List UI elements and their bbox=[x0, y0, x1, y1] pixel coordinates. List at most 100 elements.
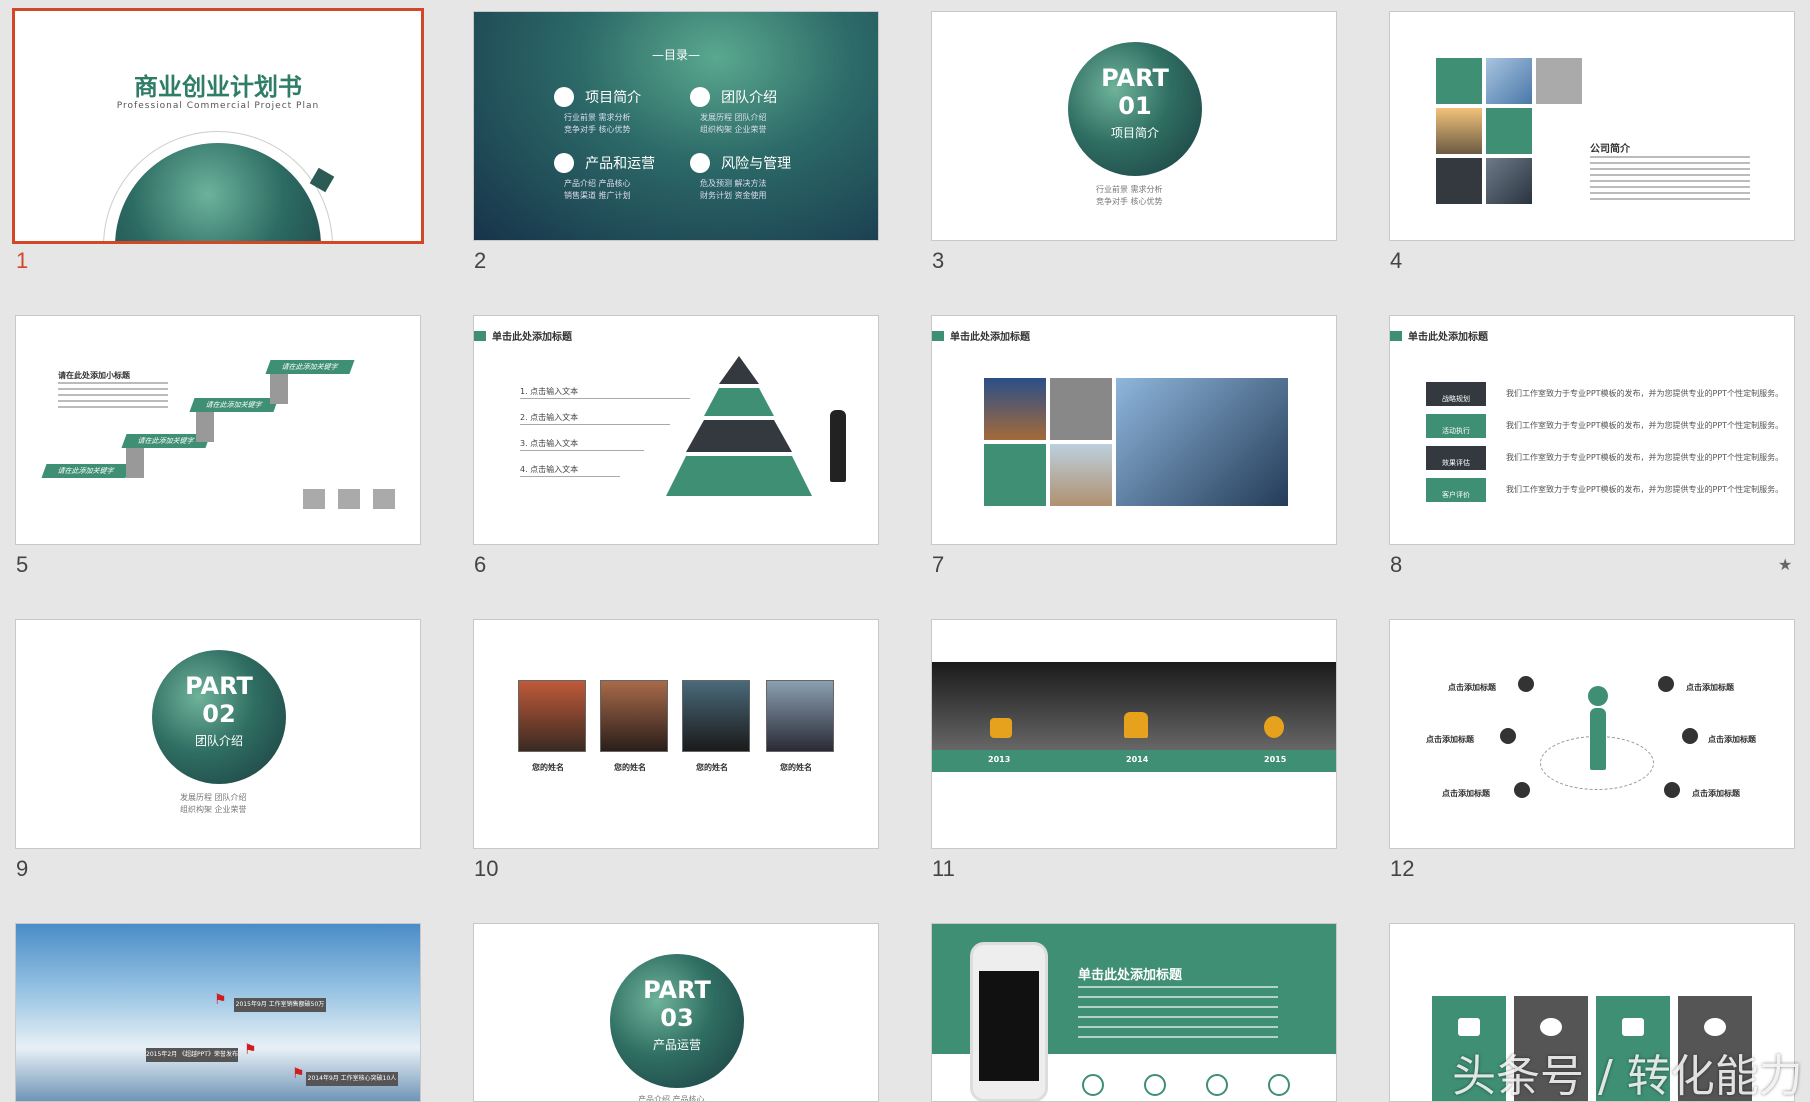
slide-thumbnail-4[interactable]: 公司简介 bbox=[1389, 11, 1795, 241]
part-sub: 竞争对手 核心优势 bbox=[1096, 197, 1163, 206]
watermark-text: 头条号 / 转化能力 bbox=[1452, 1051, 1803, 1102]
part-sub: 产品介绍 产品核心 bbox=[638, 1095, 705, 1102]
chat-icon bbox=[1050, 378, 1112, 440]
skyscraper-image bbox=[1116, 378, 1288, 506]
tag: 客户评价 bbox=[1426, 478, 1486, 502]
slide-thumbnail-13[interactable]: 2015年9月 工作室销售额破50万 2015年2月 《超越PPT》荣誉发布 2… bbox=[15, 923, 421, 1102]
slide-number: 6 bbox=[474, 552, 487, 577]
slide-number: 4 bbox=[1390, 248, 1403, 273]
divider bbox=[520, 450, 644, 451]
flag-icon: ⚑ bbox=[214, 992, 227, 1008]
step-label: 请在此添加关键字 bbox=[189, 398, 279, 412]
toc-item-sub: 发展历程 团队介绍 bbox=[700, 113, 767, 122]
milestone-label: 2014年9月 工作室核心突破10人 bbox=[306, 1072, 398, 1086]
toc-item-sub: 产品介绍 产品核心 bbox=[564, 179, 631, 188]
phone-image bbox=[970, 942, 1048, 1101]
trend-icon bbox=[690, 152, 710, 173]
toc-item-sub: 竞争对手 核心优势 bbox=[564, 125, 631, 134]
city-image bbox=[1436, 108, 1482, 154]
body-text-lines bbox=[1078, 986, 1278, 1038]
item-title: 点击添加标题 bbox=[1686, 683, 1734, 692]
book-icon bbox=[1206, 1074, 1228, 1096]
slide-thumbnail-15[interactable]: 单击此处添加标题 bbox=[931, 923, 1337, 1102]
slide-number: 2 bbox=[474, 248, 487, 273]
tag: 活动执行 bbox=[1426, 414, 1486, 438]
row-text: 我们工作室致力于专业PPT模板的发布，并为您提供专业的PPT个性定制服务。 bbox=[1506, 485, 1784, 494]
part-circle: PART 02 团队介绍 bbox=[152, 650, 286, 784]
part-sub: 组织构架 企业荣誉 bbox=[180, 805, 247, 814]
text-item: 2. 点击输入文本 bbox=[520, 413, 579, 422]
toc-item-label: 团队介绍 bbox=[721, 89, 778, 106]
tile bbox=[1486, 108, 1532, 154]
toc-item-label: 项目简介 bbox=[585, 89, 642, 106]
toc-item-sub: 销售渠道 推广计划 bbox=[564, 191, 631, 200]
slide-number: 9 bbox=[16, 856, 29, 881]
row-text: 我们工作室致力于专业PPT模板的发布，并为您提供专业的PPT个性定制服务。 bbox=[1506, 389, 1784, 398]
part-name: 团队介绍 bbox=[194, 734, 243, 748]
animation-star-icon[interactable]: ★ bbox=[1778, 555, 1792, 574]
body-text-lines bbox=[58, 382, 168, 410]
item-title: 点击添加标题 bbox=[1426, 735, 1474, 744]
trophy-icon bbox=[1124, 712, 1148, 738]
pyramid-graphic bbox=[666, 356, 812, 496]
portrait-photo bbox=[600, 680, 668, 752]
step-riser bbox=[196, 412, 214, 442]
tile bbox=[1436, 158, 1482, 204]
portrait-photo bbox=[518, 680, 586, 752]
target-icon bbox=[1144, 1074, 1166, 1096]
businesswoman-figure bbox=[830, 410, 846, 482]
portrait-photo bbox=[766, 680, 834, 752]
part-number: 01 bbox=[1118, 92, 1152, 120]
text-item: 4. 点击输入文本 bbox=[520, 465, 579, 474]
milestone-label: 2015年2月 《超越PPT》荣誉发布 bbox=[146, 1048, 238, 1062]
slide-thumbnail-6[interactable]: 单击此处添加标题 1. 点击输入文本 2. 点击输入文本 3. 点击输入文本 4… bbox=[473, 315, 879, 545]
message-icon bbox=[984, 444, 1046, 506]
slide-thumbnail-12[interactable]: 点击添加标题 点击添加标题 点击添加标题 点击添加标题 点击添加标题 点击添加标… bbox=[1389, 619, 1795, 849]
slide-thumbnail-2[interactable]: —目录— 项目简介 行业前景 需求分析 竞争对手 核心优势 团队介绍 发展历程 … bbox=[473, 11, 879, 241]
toc-item-sub: 行业前景 需求分析 bbox=[564, 113, 631, 122]
building-image bbox=[1486, 58, 1532, 104]
tile bbox=[1436, 58, 1482, 104]
part-number: 02 bbox=[202, 700, 236, 728]
part-circle: PART 03 产品运营 bbox=[610, 954, 744, 1088]
part-number: 03 bbox=[660, 1004, 694, 1032]
slide-thumbnail-1[interactable]: 商业创业计划书 Professional Commercial Project … bbox=[12, 8, 424, 244]
slide-thumbnail-7[interactable]: 单击此处添加标题 bbox=[931, 315, 1337, 545]
slide-number: 1 bbox=[16, 248, 29, 273]
slide-thumbnail-9[interactable]: PART 02 团队介绍 发展历程 团队介绍 组织构架 企业荣誉 bbox=[15, 619, 421, 849]
body-text-lines bbox=[1590, 156, 1750, 200]
slide-number: 11 bbox=[932, 856, 955, 881]
slide-thumbnail-10[interactable]: 您的姓名 您的姓名 您的姓名 您的姓名 bbox=[473, 619, 879, 849]
row-text: 我们工作室致力于专业PPT模板的发布，并为您提供专业的PPT个性定制服务。 bbox=[1506, 421, 1784, 430]
coins-icon bbox=[338, 489, 360, 509]
check-icon bbox=[1664, 782, 1680, 798]
slide-number: 7 bbox=[932, 552, 945, 577]
person-name: 您的姓名 bbox=[780, 763, 812, 772]
part-circle: PART 01 项目简介 bbox=[1068, 42, 1202, 176]
flag-icon bbox=[690, 86, 710, 107]
slide-subtitle: Professional Commercial Project Plan bbox=[116, 101, 320, 111]
slide-number: 12 bbox=[1390, 856, 1415, 881]
toc-item-sub: 危及预测 解决方法 bbox=[700, 179, 767, 188]
slide-heading: 单击此处添加标题 bbox=[1078, 968, 1183, 983]
slide-title: 商业创业计划书 bbox=[134, 73, 302, 101]
slide-thumbnail-8[interactable]: 单击此处添加标题 战略规划 活动执行 效果评估 客户评价 我们工作室致力于专业P… bbox=[1389, 315, 1795, 545]
tower-image bbox=[1050, 444, 1112, 506]
year-label: 2013 bbox=[988, 755, 1011, 764]
medal-icon bbox=[990, 718, 1012, 738]
toc-item-label: 产品和运营 bbox=[585, 155, 656, 172]
slide-thumbnail-14[interactable]: PART 03 产品运营 产品介绍 产品核心 bbox=[473, 923, 879, 1102]
slide-number: 8 bbox=[1390, 552, 1403, 577]
part-label: PART bbox=[1101, 64, 1169, 92]
slide-thumbnail-11[interactable]: 2013 2014 2015 bbox=[931, 619, 1337, 849]
item-title: 点击添加标题 bbox=[1692, 789, 1740, 798]
gear-icon bbox=[1704, 1018, 1726, 1036]
city-night-image bbox=[984, 378, 1046, 440]
slide-thumbnail-5[interactable]: 请在此处添加小标题 请在此添加关键字 请在此添加关键字 请在此添加关键字 请在此… bbox=[15, 315, 421, 545]
slide-thumbnail-3[interactable]: PART 01 项目简介 行业前景 需求分析 竞争对手 核心优势 bbox=[931, 11, 1337, 241]
slide-number: 3 bbox=[932, 248, 945, 273]
row-text: 我们工作室致力于专业PPT模板的发布，并为您提供专业的PPT个性定制服务。 bbox=[1506, 453, 1784, 462]
step-label: 请在此添加关键字 bbox=[41, 464, 131, 478]
toc-item-sub: 财务计划 资金使用 bbox=[700, 191, 767, 200]
year-label: 2015 bbox=[1264, 755, 1287, 764]
